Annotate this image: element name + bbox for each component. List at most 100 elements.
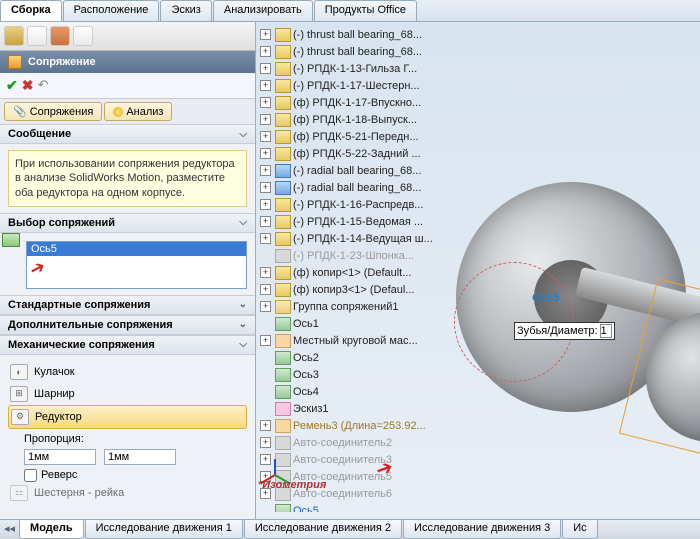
mate-selection-list[interactable]: Ось5 — [26, 241, 247, 289]
expand-icon[interactable]: + — [260, 63, 271, 74]
tabs-prev[interactable]: ◂◂ — [0, 520, 19, 539]
motion-tab[interactable]: Исследование движения 3 — [403, 520, 561, 539]
expand-icon[interactable]: + — [260, 182, 271, 193]
axis-callout: Ось5 — [532, 292, 560, 304]
expand-icon[interactable]: + — [260, 97, 271, 108]
tree-item[interactable]: + (-) thrust ball bearing_68... — [258, 26, 504, 43]
chevron-up-icon: ⌵ — [239, 129, 247, 140]
sketch-icon — [275, 402, 291, 416]
tab-analysis[interactable]: Анализ — [104, 102, 172, 121]
expand-icon[interactable]: + — [260, 301, 271, 312]
expand-icon[interactable]: + — [260, 46, 271, 57]
reverse-checkbox[interactable] — [24, 469, 37, 482]
ribbon-tabs: СборкаРасположениеЭскизАнализироватьПрод… — [0, 0, 700, 22]
cancel-button[interactable]: ✖ — [22, 77, 34, 94]
ribbon-tab[interactable]: Анализировать — [213, 0, 313, 21]
expand-icon[interactable]: + — [260, 114, 271, 125]
blue-icon — [275, 164, 291, 178]
expand-icon[interactable]: + — [260, 165, 271, 176]
mate-rack[interactable]: ⚏Шестерня - рейка — [8, 482, 247, 504]
motion-tab[interactable]: Исследование движения 1 — [85, 520, 243, 539]
chevron-up-icon: ⌵ — [239, 339, 247, 350]
section-advanced-header[interactable]: Дополнительные сопряжения⌄ — [0, 316, 255, 335]
fm-tab-4[interactable] — [73, 26, 93, 46]
axis-icon — [275, 504, 291, 513]
pm-confirm-bar: ✔ ✖ ↶ — [0, 73, 255, 99]
tree-item[interactable]: + (-) РПДК-1-13-Гильза Г... — [258, 60, 504, 77]
gear-ratio-callout[interactable]: Зубья/Диаметр: — [514, 322, 615, 340]
motion-study-tabs: ◂◂ МодельИсследование движения 1Исследов… — [0, 519, 700, 539]
axis-icon — [275, 385, 291, 399]
ribbon-tab[interactable]: Расположение — [63, 0, 160, 21]
ratio-b-input[interactable] — [104, 449, 176, 465]
tree-item[interactable]: + (ф) РПДК-5-21-Передн... — [258, 128, 504, 145]
reverse-label: Реверс — [41, 469, 77, 481]
tree-item[interactable]: Ось5 — [258, 502, 504, 512]
fm-tab-2[interactable] — [27, 26, 47, 46]
mate-hinge[interactable]: ⊞Шарнир — [8, 383, 247, 405]
pm-sub-tabs: 📎Сопряжения Анализ — [0, 99, 255, 124]
section-standard-header[interactable]: Стандартные сопряжения⌄ — [0, 296, 255, 315]
hinge-icon: ⊞ — [10, 386, 28, 402]
expand-icon[interactable]: + — [260, 80, 271, 91]
cam-icon: ◐ — [10, 364, 28, 380]
ok-button[interactable]: ✔ — [6, 77, 18, 94]
part-icon — [275, 198, 291, 212]
motion-tab[interactable]: Модель — [19, 520, 84, 539]
part-icon — [275, 130, 291, 144]
selection-filter-icon[interactable] — [2, 233, 20, 247]
expand-icon[interactable]: + — [260, 267, 271, 278]
gear-icon: ⚙ — [11, 409, 29, 425]
expand-icon[interactable]: + — [260, 233, 271, 244]
part-icon — [275, 232, 291, 246]
section-message-header[interactable]: Сообщение⌵ — [0, 125, 255, 144]
part-icon — [275, 147, 291, 161]
orientation-triad[interactable] — [260, 445, 290, 475]
part-icon — [275, 45, 291, 59]
blue-icon — [275, 181, 291, 195]
chevron-up-icon: ⌵ — [239, 217, 247, 228]
expand-icon[interactable]: + — [260, 148, 271, 159]
dim-icon — [275, 419, 291, 433]
chevron-down-icon: ⌄ — [239, 299, 247, 310]
mate-gear[interactable]: ⚙Редуктор — [8, 405, 247, 429]
expand-icon[interactable]: + — [260, 284, 271, 295]
part-icon — [275, 96, 291, 110]
part-icon — [275, 28, 291, 42]
ratio-callout-input[interactable] — [600, 324, 612, 338]
tree-item[interactable]: + (ф) РПДК-1-18-Выпуск... — [258, 111, 504, 128]
tree-item[interactable]: + (-) РПДК-1-17-Шестерн... — [258, 77, 504, 94]
message-text: При использовании сопряжения редуктора в… — [8, 150, 247, 207]
ribbon-tab[interactable]: Продукты Office — [314, 0, 417, 21]
ratio-a-input[interactable] — [24, 449, 96, 465]
expand-icon[interactable]: + — [260, 216, 271, 227]
expand-icon[interactable]: + — [260, 29, 271, 40]
part-icon — [275, 79, 291, 93]
expand-icon[interactable]: + — [260, 131, 271, 142]
motion-tab[interactable]: Ис — [562, 520, 597, 539]
expand-icon[interactable]: + — [260, 199, 271, 210]
tab-mates[interactable]: 📎Сопряжения — [4, 102, 102, 121]
part-icon — [275, 62, 291, 76]
ribbon-tab[interactable]: Эскиз — [160, 0, 211, 21]
pm-title: Сопряжение — [28, 56, 96, 68]
part-icon — [275, 215, 291, 229]
graphics-viewport[interactable]: + (-) thrust ball bearing_68...+ (-) thr… — [256, 22, 700, 519]
section-mechanical-header[interactable]: Механические сопряжения⌵ — [0, 336, 255, 355]
expand-icon[interactable]: + — [260, 420, 271, 431]
selection-item[interactable]: Ось5 — [27, 242, 246, 256]
dim-icon — [275, 334, 291, 348]
expand-icon[interactable]: + — [260, 335, 271, 346]
fold-icon — [275, 300, 291, 314]
ribbon-tab[interactable]: Сборка — [0, 0, 62, 21]
fm-tab-1[interactable] — [4, 26, 24, 46]
mate-cam[interactable]: ◐Кулачок — [8, 361, 247, 383]
tree-item[interactable]: + (-) thrust ball bearing_68... — [258, 43, 504, 60]
section-selection-header[interactable]: Выбор сопряжений⌵ — [0, 214, 255, 233]
motion-tab[interactable]: Исследование движения 2 — [244, 520, 402, 539]
tree-item[interactable]: + (ф) РПДК-1-17-Впускно... — [258, 94, 504, 111]
part-icon — [275, 283, 291, 297]
undo-button[interactable]: ↶ — [37, 77, 48, 94]
fm-tab-3[interactable] — [50, 26, 70, 46]
view-name-label: *Изометрия — [258, 479, 326, 491]
